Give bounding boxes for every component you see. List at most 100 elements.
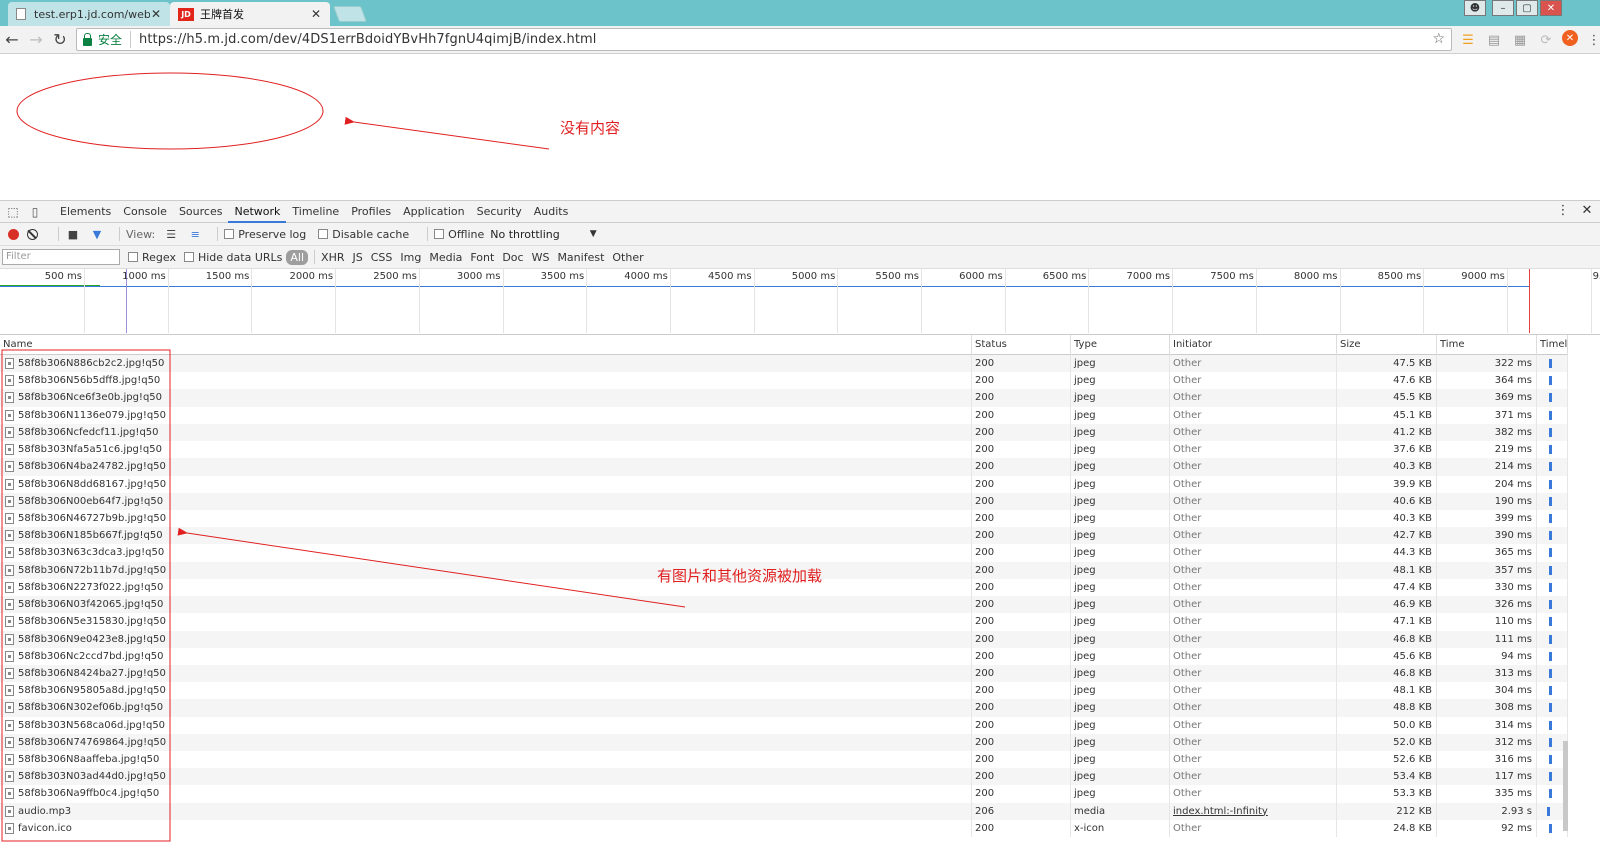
column-initiator[interactable]: Initiator bbox=[1170, 335, 1337, 355]
regex-checkbox[interactable] bbox=[128, 252, 138, 262]
filter-type-img[interactable]: Img bbox=[396, 250, 425, 265]
filter-type-all[interactable]: All bbox=[286, 249, 309, 265]
table-row[interactable]: 58f8b306N5e315830.jpg!q50 200 jpeg Other 47.… bbox=[0, 613, 1568, 631]
close-icon[interactable]: ✕ bbox=[150, 7, 162, 21]
large-rows-icon[interactable]: ☰ bbox=[163, 227, 179, 241]
table-row[interactable]: 58f8b306N03f42065.jpg!q50 200 jpeg Other 46.… bbox=[0, 596, 1568, 614]
table-row[interactable]: 58f8b306N00eb64f7.jpg!q50 200 jpeg Other 40.… bbox=[0, 492, 1568, 510]
request-name[interactable]: 58f8b306N886cb2c2.jpg!q50 bbox=[0, 355, 972, 373]
filter-type-manifest[interactable]: Manifest bbox=[553, 250, 608, 265]
request-name[interactable]: 58f8b306N4ba24782.jpg!q50 bbox=[0, 458, 972, 476]
request-name[interactable]: 58f8b306Na9ffb0c4.jpg!q50 bbox=[0, 785, 972, 803]
column-time[interactable]: Time bbox=[1437, 335, 1537, 355]
column-size[interactable]: Size bbox=[1337, 335, 1437, 355]
table-row[interactable]: 58f8b306N56b5dff8.jpg!q50 200 jpeg Other 47.… bbox=[0, 372, 1568, 390]
table-extension-icon[interactable]: ▦ bbox=[1510, 30, 1530, 50]
request-name[interactable]: 58f8b306N9e0423e8.jpg!q50 bbox=[0, 630, 972, 648]
table-row[interactable]: 58f8b306Ncfedcf11.jpg!q50 200 jpeg Other 41.… bbox=[0, 423, 1568, 442]
close-window-button[interactable]: ✕ bbox=[1540, 0, 1562, 16]
record-icon[interactable] bbox=[8, 228, 19, 240]
tab-network[interactable]: Network bbox=[228, 201, 287, 223]
devtools-menu-icon[interactable]: ⋮ bbox=[1554, 203, 1572, 218]
table-row[interactable]: 58f8b306Nc2ccd7bd.jpg!q50 200 jpeg Other 45.… bbox=[0, 647, 1568, 665]
filter-type-css[interactable]: CSS bbox=[367, 250, 397, 265]
disable-cache-checkbox[interactable] bbox=[318, 229, 329, 239]
maximize-button[interactable]: ▢ bbox=[1516, 0, 1538, 16]
table-row[interactable]: audio.mp3 206 media index.html:-Infinity 212… bbox=[0, 802, 1568, 820]
device-toolbar-icon[interactable]: ▯ bbox=[26, 203, 44, 221]
table-row[interactable]: 58f8b306N886cb2c2.jpg!q50 200 jpeg Other 47.… bbox=[0, 355, 1568, 373]
tab-timeline[interactable]: Timeline bbox=[286, 201, 345, 223]
minimize-button[interactable]: – bbox=[1492, 0, 1514, 16]
filter-type-xhr[interactable]: XHR bbox=[317, 250, 348, 265]
pdf-extension-icon[interactable]: ▤ bbox=[1484, 30, 1504, 50]
menu-kebab-icon[interactable]: ⋮ bbox=[1584, 30, 1600, 50]
request-name[interactable]: 58f8b306Nc2ccd7bd.jpg!q50 bbox=[0, 647, 972, 665]
devtools-close-icon[interactable]: ✕ bbox=[1578, 203, 1596, 218]
request-name[interactable]: 58f8b306Nce6f3e0b.jpg!q50 bbox=[0, 389, 972, 407]
request-name[interactable]: 58f8b303N568ca06d.jpg!q50 bbox=[0, 716, 972, 734]
request-name[interactable]: 58f8b306N74769864.jpg!q50 bbox=[0, 733, 972, 752]
tab-audits[interactable]: Audits bbox=[528, 201, 575, 223]
table-row[interactable]: 58f8b306Nce6f3e0b.jpg!q50 200 jpeg Other 45.… bbox=[0, 389, 1568, 407]
inspect-element-icon[interactable]: ⬚ bbox=[4, 203, 22, 221]
request-name[interactable]: 58f8b306N00eb64f7.jpg!q50 bbox=[0, 492, 972, 510]
table-row[interactable]: 58f8b306N8424ba27.jpg!q50 200 jpeg Other 46.… bbox=[0, 664, 1568, 683]
filter-type-ws[interactable]: WS bbox=[528, 250, 554, 265]
stop-extension-icon[interactable]: ✕ bbox=[1562, 30, 1578, 46]
column-status[interactable]: Status bbox=[972, 335, 1071, 355]
request-name[interactable]: 58f8b306Ncfedcf11.jpg!q50 bbox=[0, 423, 972, 442]
request-name[interactable]: 58f8b306N1136e079.jpg!q50 bbox=[0, 406, 972, 424]
filter-type-doc[interactable]: Doc bbox=[498, 250, 527, 265]
table-row[interactable]: 58f8b306N4ba24782.jpg!q50 200 jpeg Other 40.… bbox=[0, 458, 1568, 476]
table-row[interactable]: 58f8b306N8dd68167.jpg!q50 200 jpeg Other 39.… bbox=[0, 475, 1568, 493]
table-row[interactable]: 58f8b303N568ca06d.jpg!q50 200 jpeg Other 50.… bbox=[0, 716, 1568, 734]
request-name[interactable]: 58f8b306N03f42065.jpg!q50 bbox=[0, 596, 972, 614]
table-row[interactable]: 58f8b306N185b667f.jpg!q50 200 jpeg Other 42.… bbox=[0, 527, 1568, 545]
request-name[interactable]: 58f8b306N95805a8d.jpg!q50 bbox=[0, 682, 972, 700]
timeline-overview[interactable]: 500 ms 1000 ms 1500 ms 2000 ms 2500 ms 3000 m… bbox=[0, 269, 1600, 335]
refresh-extension-icon[interactable]: ⟳ bbox=[1536, 30, 1556, 50]
feed-extension-icon[interactable]: ☰ bbox=[1458, 30, 1478, 50]
filter-type-font[interactable]: Font bbox=[466, 250, 498, 265]
preserve-log-checkbox[interactable] bbox=[224, 229, 235, 239]
tab-elements[interactable]: Elements bbox=[54, 201, 117, 223]
reload-icon[interactable]: ↻ bbox=[48, 28, 72, 52]
offline-checkbox[interactable] bbox=[434, 229, 445, 239]
table-row[interactable]: 58f8b306N302ef06b.jpg!q50 200 jpeg Other 48.… bbox=[0, 699, 1568, 717]
table-row[interactable]: 58f8b306N1136e079.jpg!q50 200 jpeg Other 45.… bbox=[0, 406, 1568, 424]
tab-application[interactable]: Application bbox=[397, 201, 470, 223]
request-name[interactable]: 58f8b306N8dd68167.jpg!q50 bbox=[0, 475, 972, 493]
tab-profiles[interactable]: Profiles bbox=[345, 201, 397, 223]
camera-icon[interactable]: ■ bbox=[65, 227, 81, 241]
table-row[interactable]: 58f8b306Na9ffb0c4.jpg!q50 200 jpeg Other 53.… bbox=[0, 785, 1568, 803]
request-name[interactable]: audio.mp3 bbox=[0, 802, 972, 820]
request-name[interactable]: 58f8b303N03ad44d0.jpg!q50 bbox=[0, 768, 972, 786]
column-name[interactable]: Name bbox=[0, 335, 972, 355]
filter-funnel-icon[interactable]: ▼ bbox=[89, 227, 105, 241]
column-timeline[interactable]: Timeli bbox=[1537, 335, 1568, 355]
table-row[interactable]: 58f8b306N8aaffeba.jpg!q50 200 jpeg Other 52.… bbox=[0, 751, 1568, 769]
tab-sources[interactable]: Sources bbox=[173, 201, 229, 223]
request-name[interactable]: 58f8b303N63c3dca3.jpg!q50 bbox=[0, 544, 972, 562]
request-name[interactable]: 58f8b306N72b11b7d.jpg!q50 bbox=[0, 561, 972, 579]
table-row[interactable]: 58f8b306N9e0423e8.jpg!q50 200 jpeg Other 46.… bbox=[0, 630, 1568, 648]
request-name[interactable]: 58f8b303Nfa5a51c6.jpg!q50 bbox=[0, 441, 972, 459]
filter-type-js[interactable]: JS bbox=[348, 250, 366, 265]
request-name[interactable]: 58f8b306N8aaffeba.jpg!q50 bbox=[0, 751, 972, 769]
forward-icon[interactable]: → bbox=[24, 28, 48, 52]
filter-input[interactable]: Filter bbox=[2, 249, 120, 265]
table-row[interactable]: favicon.ico 200 x-icon Other 24.8 KB 92 ms bbox=[0, 819, 1568, 838]
url-text[interactable]: https://h5.m.jd.com/dev/4DS1errBdoidYBvH… bbox=[139, 32, 597, 47]
table-row[interactable]: 58f8b303Nfa5a51c6.jpg!q50 200 jpeg Other 37.… bbox=[0, 441, 1568, 459]
user-icon[interactable]: ☻ bbox=[1464, 0, 1486, 16]
request-name[interactable]: 58f8b306N302ef06b.jpg!q50 bbox=[0, 699, 972, 717]
table-scrollbar-thumb[interactable] bbox=[1563, 741, 1568, 831]
table-row[interactable]: 58f8b306N46727b9b.jpg!q50 200 jpeg Other 40.… bbox=[0, 509, 1568, 528]
table-row[interactable]: 58f8b303N03ad44d0.jpg!q50 200 jpeg Other 53.… bbox=[0, 768, 1568, 786]
throttling-select[interactable]: No throttling ▼ bbox=[490, 228, 596, 241]
request-name[interactable]: 58f8b306N5e315830.jpg!q50 bbox=[0, 613, 972, 631]
overview-waterfall-icon[interactable]: ≡ bbox=[187, 227, 203, 241]
table-row[interactable]: 58f8b303N63c3dca3.jpg!q50 200 jpeg Other 44.… bbox=[0, 544, 1568, 562]
clear-icon[interactable] bbox=[27, 228, 38, 240]
